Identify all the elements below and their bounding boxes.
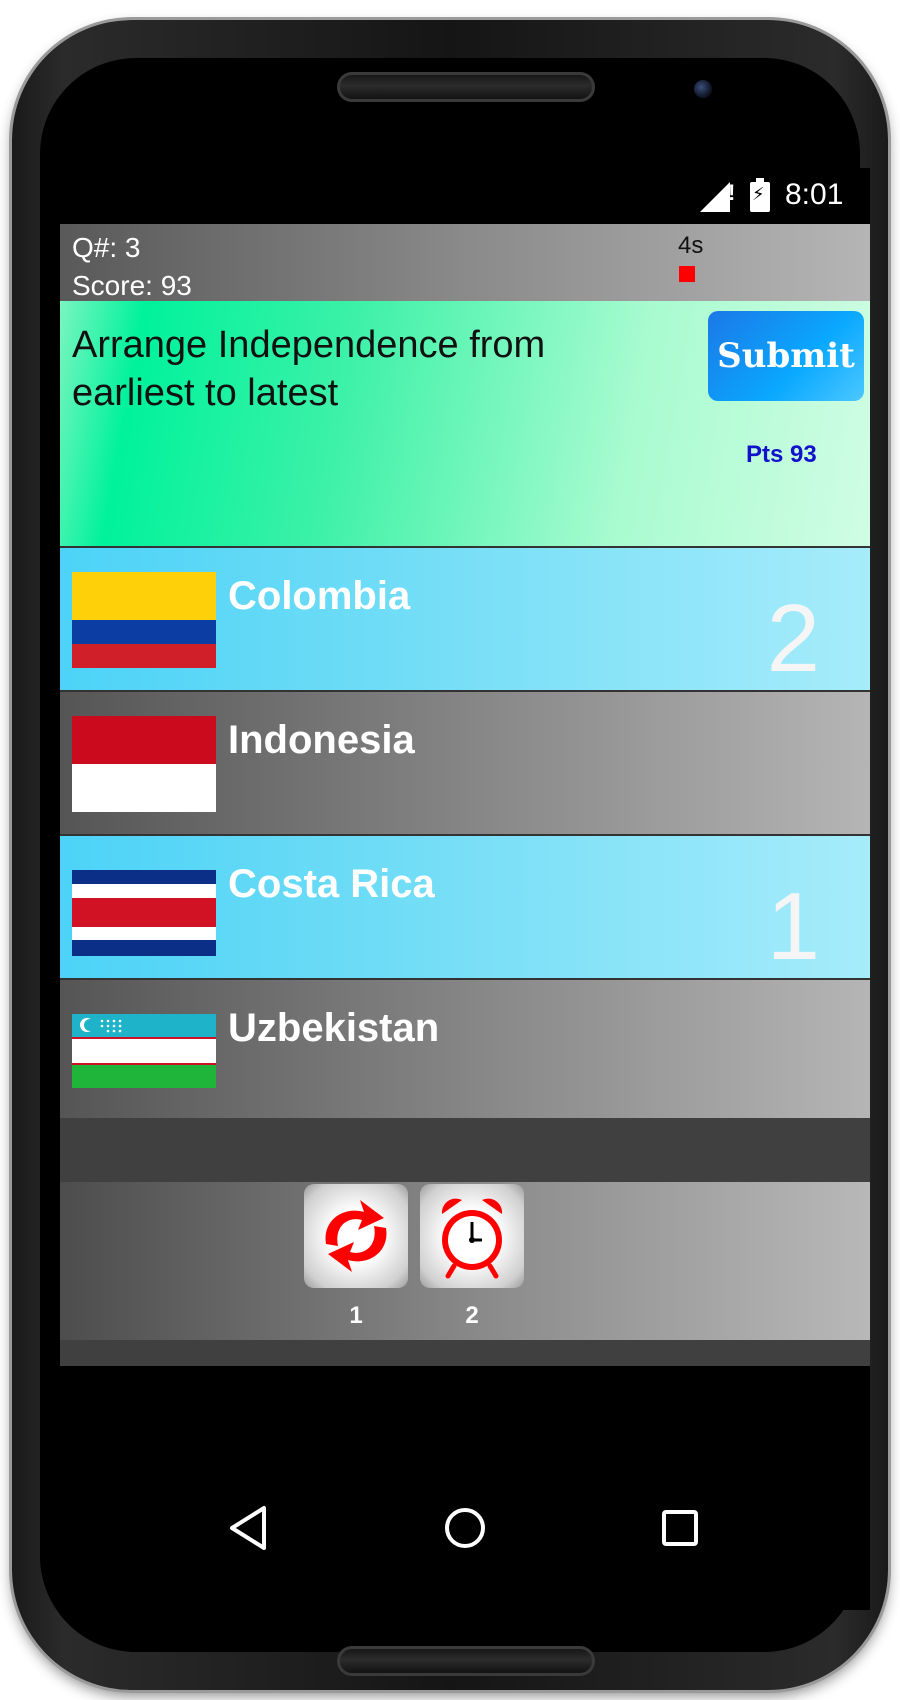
alarm-clock-icon	[441, 1198, 503, 1279]
signal-alert: !	[728, 180, 736, 205]
signal-icon	[700, 182, 730, 212]
lifeline-toolbar: 1 2	[60, 1182, 870, 1340]
question-panel: Arrange Independence from earliest to la…	[60, 301, 870, 546]
question-text: Arrange Independence from earliest to la…	[72, 324, 546, 414]
costa-rica-flag-icon	[72, 870, 216, 956]
screen: ! 8:01 Q#: 3 Score: 93 4s Arrange Indepe…	[60, 168, 870, 1610]
front-camera	[694, 80, 712, 98]
alarm-lifeline-button[interactable]	[420, 1184, 524, 1288]
colombia-flag-icon	[72, 572, 216, 668]
alarm-count: 2	[465, 1302, 479, 1329]
uzbekistan-flag-icon-art	[72, 1014, 216, 1088]
back-icon[interactable]	[220, 1498, 280, 1558]
uzbekistan-flag-icon	[72, 1014, 216, 1088]
score-label: Score: 93	[72, 270, 192, 301]
earpiece-speaker	[337, 72, 595, 102]
recent-apps-icon[interactable]	[650, 1498, 710, 1558]
refresh-lifeline-button[interactable]	[304, 1184, 408, 1288]
answer-item-colombia[interactable]: Colombia 2	[60, 546, 870, 692]
answer-item-indonesia[interactable]: Indonesia	[60, 690, 870, 834]
country-name: Colombia	[228, 574, 411, 618]
refresh-count: 1	[349, 1302, 363, 1329]
points-label: Pts 93	[746, 441, 817, 468]
bottom-strip	[60, 1340, 870, 1366]
refresh-icon	[325, 1200, 387, 1272]
question-number: Q#: 3	[72, 232, 141, 263]
status-bar: ! 8:01	[60, 168, 870, 224]
country-name: Uzbekistan	[228, 1006, 440, 1050]
submit-button[interactable]: Submit	[708, 311, 864, 401]
order-rank: 1	[766, 873, 820, 980]
country-name: Costa Rica	[228, 862, 435, 906]
bottom-speaker	[337, 1646, 595, 1676]
timer-indicator	[679, 266, 695, 282]
phone-frame: ! 8:01 Q#: 3 Score: 93 4s Arrange Indepe…	[12, 20, 888, 1690]
navigation-bar	[60, 1458, 870, 1598]
country-name: Indonesia	[228, 718, 415, 762]
indonesia-flag-icon	[72, 716, 216, 812]
divider-strip	[60, 1118, 870, 1182]
answer-item-uzbekistan[interactable]: Uzbekistan	[60, 978, 870, 1122]
battery-charging-icon	[750, 178, 770, 212]
status-time: 8:01	[785, 178, 844, 211]
answer-item-costa-rica[interactable]: Costa Rica 1	[60, 834, 870, 980]
info-bar: Q#: 3 Score: 93 4s	[60, 224, 870, 301]
countdown-timer: 4s	[678, 232, 704, 259]
home-icon[interactable]	[435, 1498, 495, 1558]
order-rank: 2	[766, 585, 820, 692]
